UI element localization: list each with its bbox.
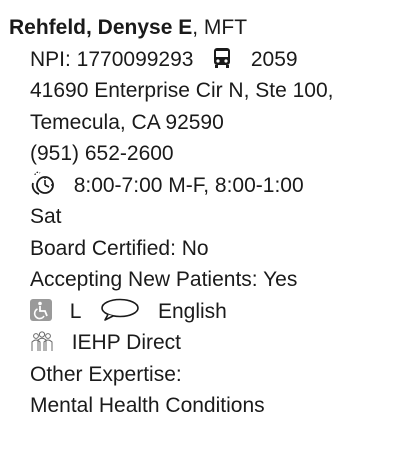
provider-credential: , MFT [192, 16, 248, 39]
accessibility-level: L [69, 299, 81, 323]
bus-route: 2059 [250, 47, 298, 71]
hours-line-2: Sat [30, 205, 62, 228]
address-line-1[interactable]: 41690 Enterprise Cir N, Ste 100, [30, 75, 411, 107]
phone-number[interactable]: (951) 652-2600 [30, 138, 411, 170]
hours-line-1: 8:00-7:00 M-F, 8:00-1:00 [30, 170, 411, 202]
bus-icon [211, 47, 233, 69]
address-line-2[interactable]: Temecula, CA 92590 [30, 107, 411, 139]
other-expertise-label: Other Expertise: [30, 362, 182, 386]
hours-text: 8:00-7:00 M-F, 8:00-1:00 [73, 173, 304, 197]
provider-name[interactable]: Rehfeld, Denyse E [9, 16, 192, 39]
npi-number: NPI: 1770099293 [30, 47, 194, 71]
network-name: IEHP Direct [71, 331, 181, 354]
provider-header: Rehfeld, Denyse E, MFT [9, 12, 411, 44]
board-certified: Board Certified: No [30, 236, 209, 260]
language: English [157, 299, 227, 323]
other-expertise-value: Mental Health Conditions [30, 394, 265, 417]
speech-bubble-icon [98, 298, 140, 322]
provider-details: NPI: 1770099293 2059 41690 Enterprise Ci… [9, 44, 411, 422]
npi-line: NPI: 1770099293 2059 [30, 44, 411, 76]
accepting-new-patients: Accepting New Patients: Yes [30, 268, 298, 291]
network-line: IEHP Direct [30, 327, 411, 359]
group-icon [30, 330, 54, 352]
provider-card: Rehfeld, Denyse E, MFT NPI: 1770099293 2… [0, 0, 411, 422]
wheelchair-icon [30, 298, 52, 321]
clock-icon [30, 171, 56, 197]
accessibility-language-line: L English [30, 296, 411, 328]
